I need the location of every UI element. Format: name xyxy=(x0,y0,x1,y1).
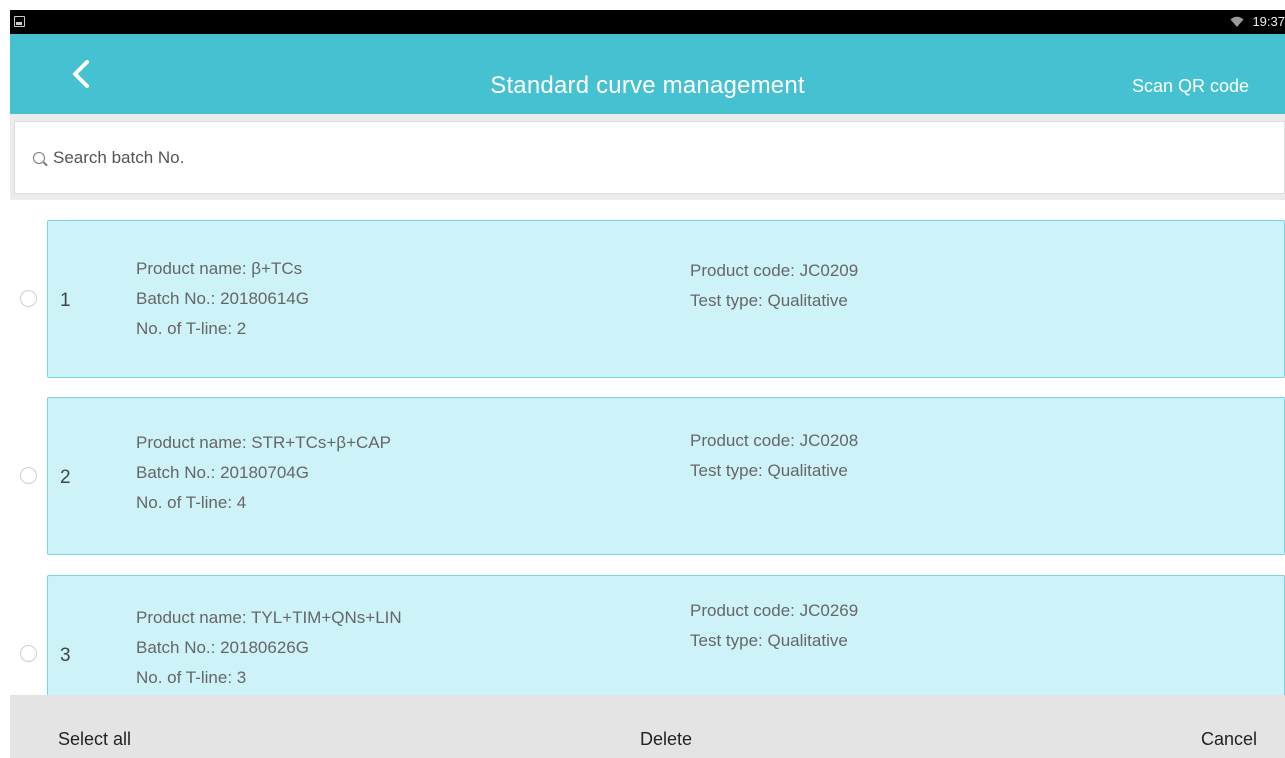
t-line-count: No. of T-line: 3 xyxy=(136,668,247,687)
item-left-column: Product name: β+TCs Batch No.: 20180614G… xyxy=(136,254,309,344)
search-bar xyxy=(14,121,1285,194)
item-index: 1 xyxy=(60,290,71,311)
t-line-count: No. of T-line: 2 xyxy=(136,319,247,338)
item-right-column: Product code: JC0208 Test type: Qualitat… xyxy=(690,426,858,486)
item-index: 3 xyxy=(60,645,71,666)
curve-list: 1 Product name: β+TCs Batch No.: 2018061… xyxy=(10,200,1285,695)
test-type: Test type: Qualitative xyxy=(690,631,848,650)
select-radio[interactable] xyxy=(20,467,37,484)
product-code: Product code: JC0209 xyxy=(690,261,859,280)
delete-button[interactable]: Delete xyxy=(640,729,692,750)
select-all-button[interactable]: Select all xyxy=(58,729,131,750)
product-code: Product code: JC0208 xyxy=(690,431,859,450)
list-item: 2 Product name: STR+TCs+β+CAP Batch No.:… xyxy=(10,397,1285,555)
product-name: Product name: β+TCs xyxy=(136,259,303,278)
page-title: Standard curve management xyxy=(490,72,805,99)
select-radio[interactable] xyxy=(20,645,37,662)
item-right-column: Product code: JC0209 Test type: Qualitat… xyxy=(690,256,858,316)
product-code: Product code: JC0269 xyxy=(690,601,859,620)
test-type: Test type: Qualitative xyxy=(690,291,848,310)
screenshot-notification-icon xyxy=(14,16,25,27)
cancel-button[interactable]: Cancel xyxy=(1201,729,1257,750)
scan-qr-code-button[interactable]: Scan QR code xyxy=(1132,76,1249,97)
product-name: Product name: TYL+TIM+QNs+LIN xyxy=(136,608,402,627)
bottom-action-bar: Select all Delete Cancel xyxy=(10,695,1285,758)
item-right-column: Product code: JC0269 Test type: Qualitat… xyxy=(690,596,858,656)
product-name: Product name: STR+TCs+β+CAP xyxy=(136,433,391,452)
search-area xyxy=(10,114,1285,200)
item-left-column: Product name: TYL+TIM+QNs+LIN Batch No.:… xyxy=(136,603,402,693)
select-radio[interactable] xyxy=(20,290,37,307)
search-input[interactable] xyxy=(53,147,1284,168)
item-index: 2 xyxy=(60,467,71,488)
list-item: 3 Product name: TYL+TIM+QNs+LIN Batch No… xyxy=(10,575,1285,695)
app-bar: Standard curve management Scan QR code xyxy=(10,34,1285,114)
batch-no: Batch No.: 20180704G xyxy=(136,463,309,482)
t-line-count: No. of T-line: 4 xyxy=(136,493,247,512)
curve-card[interactable]: 1 Product name: β+TCs Batch No.: 2018061… xyxy=(47,220,1285,378)
batch-no: Batch No.: 20180614G xyxy=(136,289,309,308)
status-bar: 19:37 xyxy=(10,10,1285,34)
search-icon xyxy=(33,151,45,164)
status-time: 19:37 xyxy=(1252,14,1285,29)
wifi-icon xyxy=(1230,16,1244,28)
item-left-column: Product name: STR+TCs+β+CAP Batch No.: 2… xyxy=(136,428,391,518)
batch-no: Batch No.: 20180626G xyxy=(136,638,309,657)
curve-card[interactable]: 3 Product name: TYL+TIM+QNs+LIN Batch No… xyxy=(47,575,1285,695)
curve-card[interactable]: 2 Product name: STR+TCs+β+CAP Batch No.:… xyxy=(47,397,1285,555)
test-type: Test type: Qualitative xyxy=(690,461,848,480)
list-item: 1 Product name: β+TCs Batch No.: 2018061… xyxy=(10,220,1285,378)
